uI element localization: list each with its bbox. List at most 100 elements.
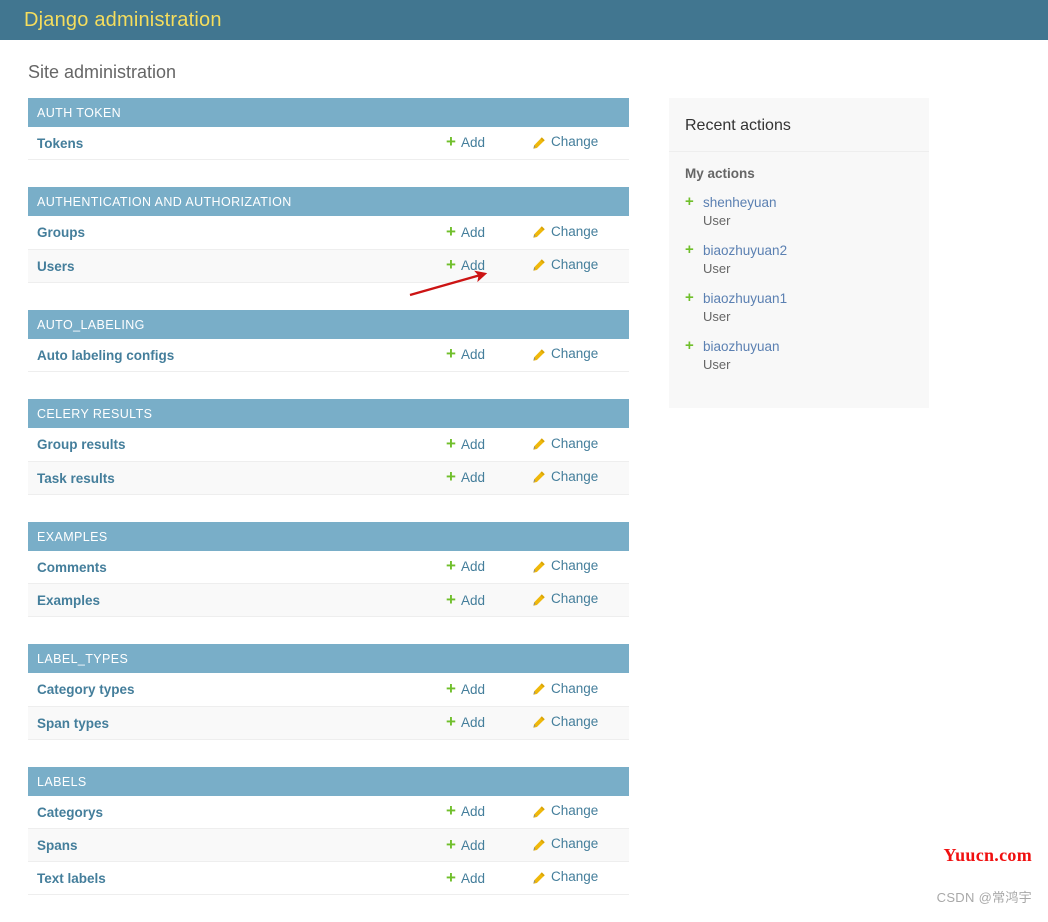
app-module-caption[interactable]: AUTHENTICATION AND AUTHORIZATION [28,187,629,217]
change-cell: Change [531,216,629,249]
plus-icon: + [446,867,456,887]
plus-icon: + [446,467,456,487]
model-row: Tokens + Add Change [28,126,629,160]
model-name-link[interactable]: Groups [37,225,85,240]
plus-icon: + [446,589,456,609]
model-name-cell: Span types [28,706,445,739]
change-link[interactable]: Change [532,436,598,451]
model-name-link[interactable]: Categorys [37,805,103,820]
change-link[interactable]: Change [532,869,598,884]
plus-icon: + [446,221,456,241]
pencil-icon [532,348,546,362]
add-link[interactable]: + Add [446,867,485,887]
model-name-link[interactable]: Users [37,259,75,274]
add-link[interactable]: + Add [446,221,485,241]
plus-icon: + [685,241,694,259]
change-label: Change [551,346,599,362]
model-name-link[interactable]: Text labels [37,871,106,886]
app-module-caption[interactable]: EXAMPLES [28,521,629,551]
add-label: Add [460,224,485,240]
add-link[interactable]: + Add [446,345,485,363]
model-name-link[interactable]: Auto labeling configs [37,348,174,363]
recent-action-link[interactable]: biaozhuyuan [703,339,780,354]
change-link[interactable]: Change [532,836,598,851]
watermark-brand: Yuucn.com [943,845,1032,865]
app-module: AUTO_LABELING Auto labeling configs + Add Ch… [28,309,629,373]
recent-action-model: User [703,357,731,373]
app-module-caption[interactable]: CELERY RESULTS [28,399,629,429]
app-module: CELERY RESULTS Group results + Add Change Tas… [28,399,629,495]
add-link[interactable]: + Add [446,680,485,698]
model-name-link[interactable]: Tokens [37,136,83,151]
model-table: Auto labeling configs + Add Change [28,338,629,373]
model-row: Text labels + Add Change [28,861,629,895]
model-table: Tokens + Add Change [28,126,629,161]
add-link[interactable]: + Add [446,133,485,151]
add-link[interactable]: + Add [446,467,485,487]
change-cell: Change [531,339,629,372]
add-label: Add [460,559,485,575]
add-cell: + Add [445,249,531,282]
add-link[interactable]: + Add [446,557,485,575]
model-table: Categorys + Add Change Spans + Add Change Text l… [28,795,629,896]
app-module-caption[interactable]: LABEL_TYPES [28,644,629,674]
model-row: Group results + Add Change [28,428,629,462]
model-name-link[interactable]: Examples [37,593,100,608]
add-label: Add [460,135,485,151]
plus-icon: + [685,337,694,355]
app-module-caption[interactable]: AUTH TOKEN [28,97,629,127]
model-name-link[interactable]: Span types [37,716,109,731]
change-cell: Change [531,127,629,160]
add-link[interactable]: + Add [446,435,485,453]
model-row: Category types + Add Change [28,673,629,707]
add-link[interactable]: + Add [446,256,485,274]
model-table: Groups + Add Change Users + Add Change [28,216,629,283]
add-cell: + Add [445,706,531,739]
add-label: Add [460,715,485,731]
add-cell: + Add [445,428,531,461]
model-name-link[interactable]: Task results [37,471,115,486]
change-link[interactable]: Change [532,714,598,729]
add-link[interactable]: + Add [446,589,485,609]
model-name-link[interactable]: Spans [37,838,78,853]
site-header: Django administration [0,0,1048,40]
pencil-icon [532,682,546,696]
app-module-caption[interactable]: AUTO_LABELING [28,309,629,339]
change-link[interactable]: Change [532,346,598,361]
recent-action-link[interactable]: shenheyuan [703,195,777,210]
add-link[interactable]: + Add [446,801,485,821]
model-row: Auto labeling configs + Add Change [28,338,629,372]
change-cell: Change [531,829,629,862]
model-name-cell: Task results [28,461,445,494]
change-link[interactable]: Change [532,224,598,239]
change-link[interactable]: Change [532,803,598,818]
recent-action-link[interactable]: biaozhuyuan2 [703,243,787,258]
change-link[interactable]: Change [532,469,598,484]
model-name-link[interactable]: Comments [37,560,107,575]
change-label: Change [551,803,599,819]
change-cell: Change [531,551,629,584]
change-link[interactable]: Change [532,134,598,149]
app-module-caption[interactable]: LABELS [28,766,629,796]
pencil-icon [532,258,546,272]
model-name-link[interactable]: Group results [37,437,126,452]
change-link[interactable]: Change [532,591,598,606]
change-cell: Change [531,706,629,739]
plus-icon: + [446,801,456,821]
add-link[interactable]: + Add [446,713,485,731]
pencil-icon [532,437,546,451]
change-link[interactable]: Change [532,558,598,573]
add-cell: + Add [445,127,531,160]
branding-title[interactable]: Django administration [24,10,222,30]
model-name-link[interactable]: Category types [37,682,135,697]
change-label: Change [551,223,599,239]
add-link[interactable]: + Add [446,836,485,854]
change-cell: Change [531,249,629,282]
recent-action-link[interactable]: biaozhuyuan1 [703,291,787,306]
pencil-icon [532,593,546,607]
model-row: Task results + Add Change [28,461,629,495]
change-link[interactable]: Change [532,681,598,696]
add-cell: + Add [445,829,531,862]
change-link[interactable]: Change [532,257,598,272]
recent-actions-title: Recent actions [669,97,929,152]
